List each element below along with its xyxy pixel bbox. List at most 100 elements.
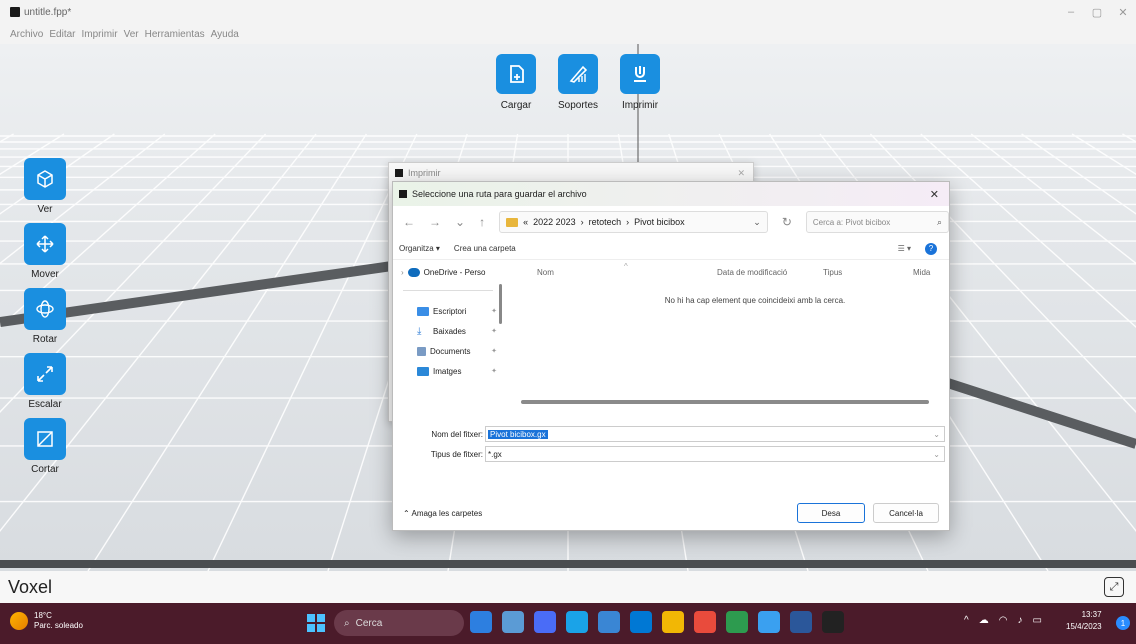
- breadcrumb-item[interactable]: Pivot bicibox: [634, 217, 685, 227]
- taskbar-app-icon[interactable]: [566, 611, 588, 633]
- move-tool[interactable]: Mover: [22, 223, 68, 284]
- new-folder-button[interactable]: Crea una carpeta: [454, 244, 516, 253]
- taskbar-app-icon[interactable]: [822, 611, 844, 633]
- notification-badge[interactable]: 1: [1116, 616, 1130, 630]
- horizontal-scrollbar[interactable]: [521, 400, 929, 404]
- load-icon[interactable]: [496, 54, 536, 94]
- battery-icon[interactable]: ▭: [1032, 615, 1041, 626]
- clock[interactable]: 13:37 15/4/2023: [1066, 609, 1102, 633]
- minimize-button[interactable]: –: [1058, 0, 1084, 24]
- breadcrumb-item[interactable]: 2022 2023: [533, 217, 576, 227]
- taskbar-search[interactable]: ⌕ Cerca: [334, 610, 464, 636]
- back-arrow-icon[interactable]: ←: [403, 215, 415, 229]
- folder-icon: [506, 217, 519, 227]
- breadcrumb-more[interactable]: «: [523, 217, 528, 227]
- weather-widget[interactable]: 18°C Parc. soleado: [10, 611, 83, 631]
- taskbar-app-icon[interactable]: [726, 611, 748, 633]
- view-cube-icon[interactable]: [24, 158, 66, 200]
- nav-item-documents[interactable]: Documents ✦: [393, 341, 503, 361]
- load-label: Cargar: [500, 100, 532, 111]
- supports-tool[interactable]: Soportes: [556, 54, 600, 111]
- nav-scrollbar[interactable]: [499, 284, 502, 324]
- file-type-select[interactable]: *.gx ⌄: [485, 446, 945, 462]
- command-bar: Organitza ▾ Crea una carpeta ☰ ▾ ?: [393, 238, 949, 260]
- taskbar-app-icon[interactable]: [694, 611, 716, 633]
- recent-chevron-icon[interactable]: ⌄: [455, 215, 465, 229]
- refresh-icon[interactable]: ↻: [782, 215, 792, 229]
- taskbar-app-icon[interactable]: [502, 611, 524, 633]
- nav-label: OneDrive - Perso: [423, 267, 486, 277]
- nav-item-pictures[interactable]: Imatges ✦: [393, 361, 503, 381]
- scale-tool[interactable]: Escalar: [22, 353, 68, 414]
- cut-tool[interactable]: Cortar: [22, 418, 68, 479]
- folder-search-input[interactable]: Cerca a: Pivot bicibox ⌕: [805, 211, 949, 233]
- cut-icon[interactable]: [24, 418, 66, 460]
- cancel-button[interactable]: Cancel·la: [873, 503, 939, 523]
- expand-icon[interactable]: ⤢: [1104, 577, 1124, 597]
- pin-icon: ✦: [491, 348, 497, 355]
- nav-item-downloads[interactable]: ⤓ Baixades ✦: [393, 321, 503, 341]
- address-bar[interactable]: « 2022 2023 › retotech › Pivot bicibox ⌄: [499, 211, 768, 233]
- divider: [403, 290, 493, 291]
- nav-item-desktop[interactable]: Escriptori ✦: [393, 301, 503, 321]
- menu-imprimir[interactable]: Imprimir: [81, 29, 117, 40]
- chevron-down-icon[interactable]: ⌄: [753, 217, 761, 228]
- rotate-icon[interactable]: [24, 288, 66, 330]
- taskbar-app-icon[interactable]: [598, 611, 620, 633]
- chevron-down-icon[interactable]: ⌄: [933, 450, 940, 459]
- download-icon: ⤓: [417, 325, 422, 337]
- move-icon[interactable]: [24, 223, 66, 265]
- menu-editar[interactable]: Editar: [49, 29, 75, 40]
- menu-herramientas[interactable]: Herramientas: [145, 29, 205, 40]
- taskbar-app-icon[interactable]: [630, 611, 652, 633]
- cloud-icon[interactable]: ☁: [979, 615, 989, 626]
- taskbar-app-icon[interactable]: [662, 611, 684, 633]
- volume-icon[interactable]: ♪: [1017, 615, 1022, 626]
- print-label: Imprimir: [621, 100, 659, 111]
- load-tool[interactable]: Cargar: [494, 54, 538, 111]
- hide-folders-toggle[interactable]: ⌃ Amaga les carpetes: [403, 509, 482, 518]
- column-modified[interactable]: Data de modificació: [717, 268, 787, 277]
- breadcrumb-item[interactable]: retotech: [589, 217, 622, 227]
- onedrive-icon: [407, 267, 420, 277]
- column-size[interactable]: Mida: [913, 268, 930, 277]
- status-bar: Voxel ⤢: [0, 571, 1136, 603]
- scale-icon[interactable]: [24, 353, 66, 395]
- wifi-icon[interactable]: ◠: [999, 615, 1008, 626]
- print-icon[interactable]: [620, 54, 660, 94]
- menu-archivo[interactable]: Archivo: [10, 29, 43, 40]
- view-options-icon[interactable]: ☰ ▾: [898, 244, 911, 253]
- organize-button[interactable]: Organitza ▾: [399, 244, 440, 253]
- taskbar-app-icon[interactable]: [470, 611, 492, 633]
- taskbar-app-icon[interactable]: [758, 611, 780, 633]
- up-arrow-icon[interactable]: ↑: [479, 215, 485, 229]
- nav-item-onedrive[interactable]: › OneDrive - Perso: [393, 262, 503, 282]
- forward-arrow-icon[interactable]: →: [429, 215, 441, 229]
- menu-ayuda[interactable]: Ayuda: [211, 29, 239, 40]
- chevron-up-icon[interactable]: ^: [964, 615, 969, 626]
- menu-ver[interactable]: Ver: [124, 29, 139, 40]
- save-button[interactable]: Desa: [797, 503, 865, 523]
- start-button-icon[interactable]: [307, 614, 325, 632]
- column-type[interactable]: Tipus: [823, 268, 842, 277]
- expand-chevron-icon[interactable]: ›: [401, 268, 404, 277]
- file-name-field[interactable]: Pivot bicibox.gx ⌄: [485, 426, 945, 442]
- supports-icon[interactable]: [558, 54, 598, 94]
- pin-icon: ✦: [491, 368, 497, 375]
- column-name[interactable]: Nom: [537, 268, 554, 277]
- taskbar-app-icon[interactable]: [534, 611, 556, 633]
- help-icon[interactable]: ?: [925, 242, 937, 255]
- view-tool[interactable]: Ver: [22, 158, 68, 219]
- chevron-down-icon[interactable]: ⌄: [933, 430, 940, 439]
- nav-label: Baixades: [433, 326, 466, 336]
- close-icon[interactable]: ✕: [930, 188, 939, 201]
- taskbar-app-icon[interactable]: [790, 611, 812, 633]
- rotate-tool[interactable]: Rotar: [22, 288, 68, 349]
- app-logo-icon: [395, 169, 403, 177]
- print-tool[interactable]: Imprimir: [618, 54, 662, 111]
- nav-label: Escriptori: [433, 306, 467, 316]
- file-name-value[interactable]: Pivot bicibox.gx: [488, 429, 548, 439]
- close-window-button[interactable]: ✕: [1110, 0, 1136, 24]
- maximize-button[interactable]: ▢: [1084, 0, 1110, 24]
- close-icon[interactable]: ✕: [737, 168, 745, 179]
